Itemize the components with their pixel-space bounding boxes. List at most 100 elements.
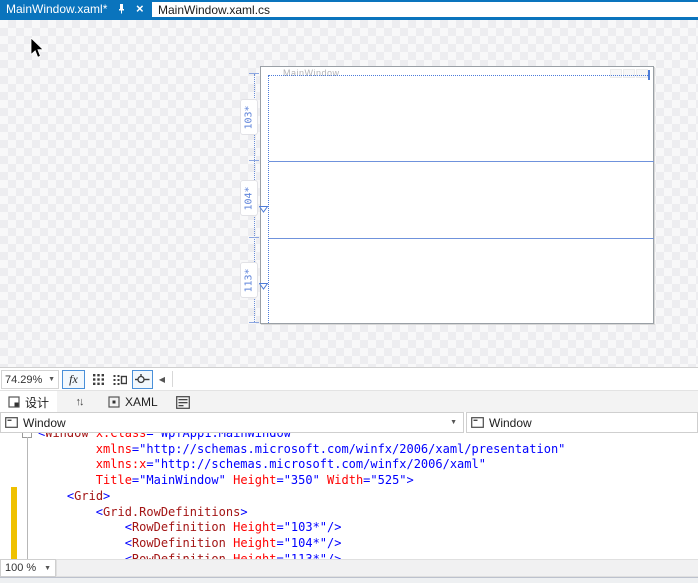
window-element-icon	[5, 417, 18, 428]
toolbar-separator	[172, 371, 173, 387]
code-token	[38, 552, 125, 559]
code-token	[226, 536, 233, 550]
show-snap-grid-button[interactable]	[88, 370, 108, 389]
code-token: <	[125, 536, 132, 550]
close-icon[interactable]: ×	[134, 2, 146, 15]
code-token: "525"	[370, 473, 406, 487]
row-height-text: 103*	[244, 105, 255, 129]
tab-design-view[interactable]: 设计	[0, 391, 57, 413]
design-window-title: MainWindow	[283, 68, 340, 78]
code-line[interactable]: <Grid.RowDefinitions>	[38, 505, 248, 520]
code-token	[38, 536, 125, 550]
document-tab-bar: MainWindow.xaml* × MainWindow.xaml.cs	[0, 0, 698, 20]
code-token: Window	[45, 433, 88, 440]
code-token: Height	[233, 473, 276, 487]
swap-panes-icon: ↑↓	[76, 396, 83, 408]
xaml-code-editor[interactable]: <Window x:Class="WpfApp1.MainWindow" xml…	[0, 433, 698, 559]
chevron-down-icon: ▼	[450, 419, 457, 426]
code-token: =	[276, 520, 283, 534]
code-token: "103*"	[284, 520, 327, 534]
snap-to-snaplines-button[interactable]	[132, 370, 153, 389]
type-selector-value: Window	[23, 416, 66, 430]
code-token: <	[125, 552, 132, 559]
editor-zoom-combo[interactable]: 100 % ▼	[0, 559, 56, 577]
chevron-down-icon: ▼	[44, 565, 51, 572]
row-separator-handle-icon[interactable]	[259, 202, 268, 216]
fx-icon: fx	[69, 372, 78, 387]
code-token	[320, 473, 327, 487]
code-lines: <Window x:Class="WpfApp1.MainWindow" xml…	[0, 433, 698, 559]
code-token: />	[327, 536, 341, 550]
code-token: xmlns	[96, 442, 132, 456]
code-token: RowDefinition	[132, 536, 226, 550]
row-height-label-1[interactable]: 103*	[240, 99, 258, 135]
vs-editor-window: MainWindow.xaml* × MainWindow.xaml.cs	[0, 0, 698, 583]
code-line[interactable]: <Window x:Class="WpfApp1.MainWindow"	[38, 433, 298, 441]
tab-mainwindow-xaml-cs[interactable]: MainWindow.xaml.cs	[152, 0, 698, 17]
designer-canvas[interactable]: 103* 104* 113* MainWindow	[0, 20, 698, 367]
member-selector-dropdown[interactable]: Window	[466, 412, 698, 433]
type-selector-dropdown[interactable]: Window ▼	[0, 412, 464, 433]
code-line[interactable]: xmlns:x="http://schemas.microsoft.com/wi…	[38, 457, 486, 472]
row-height-text: 113*	[244, 268, 255, 292]
row-height-label-3[interactable]: 113*	[240, 262, 258, 298]
code-token: Height	[233, 552, 276, 559]
code-token	[89, 433, 96, 440]
member-selector-value: Window	[489, 416, 532, 430]
snaplines-icon	[135, 374, 150, 385]
collapse-toolbar-button[interactable]: ◀	[156, 370, 168, 389]
designer-toolbar: 74.29% ▼ fx	[0, 367, 698, 390]
code-line[interactable]: <RowDefinition Height="104*"/>	[38, 536, 342, 551]
code-token	[226, 520, 233, 534]
code-line[interactable]: Title="MainWindow" Height="350" Width="5…	[38, 473, 414, 488]
collapse-arrow-icon: ◀	[159, 375, 165, 384]
code-token: >	[103, 489, 110, 503]
split-view-toggle-button[interactable]	[174, 394, 192, 410]
row-height-label-2[interactable]: 104*	[240, 180, 258, 216]
code-token: x:Class	[96, 433, 147, 440]
code-line[interactable]: <Grid>	[38, 489, 110, 504]
code-token: Grid	[74, 489, 103, 503]
pin-icon	[115, 3, 126, 14]
split-view-icon	[176, 396, 190, 409]
row-height-text: 104*	[244, 186, 255, 210]
designer-zoom-combo[interactable]: 74.29% ▼	[1, 370, 59, 389]
tab-mainwindow-xaml[interactable]: MainWindow.xaml* ×	[0, 0, 152, 17]
code-line[interactable]: <RowDefinition Height="113*"/>	[38, 552, 342, 559]
ruler-tick	[249, 322, 259, 323]
code-token: RowDefinition	[132, 552, 226, 559]
code-token	[38, 520, 125, 534]
editor-bottom-bar: 100 % ▼	[0, 559, 698, 577]
code-token	[38, 442, 96, 456]
design-view-icon	[8, 396, 20, 408]
code-token: Height	[233, 536, 276, 550]
horizontal-scrollbar[interactable]	[56, 559, 698, 577]
code-token: =	[276, 552, 283, 559]
xaml-tab-label: XAML	[125, 395, 158, 409]
snap-to-grid-button[interactable]	[110, 370, 130, 389]
code-token: />	[327, 552, 341, 559]
code-line[interactable]: xmlns="http://schemas.microsoft.com/winf…	[38, 442, 565, 457]
editor-zoom-value: 100 %	[5, 562, 36, 574]
show-effects-button[interactable]: fx	[62, 370, 85, 389]
pin-icon[interactable]	[114, 2, 126, 15]
code-token: RowDefinition	[132, 520, 226, 534]
code-token: Height	[233, 520, 276, 534]
design-window-preview[interactable]: MainWindow	[260, 66, 654, 324]
code-token: <	[96, 505, 103, 519]
code-token: "350"	[284, 473, 320, 487]
code-token: "http://schemas.microsoft.com/winfx/2006…	[154, 457, 486, 471]
swap-panes-button[interactable]: ↑↓	[66, 391, 92, 413]
tab-xaml-view[interactable]: XAML	[100, 391, 166, 413]
grid-row-separator-1[interactable]	[269, 161, 654, 162]
ruler-tick	[249, 237, 259, 238]
view-tab-strip: 设计 ↑↓ XAML	[0, 390, 698, 412]
code-token: >	[240, 505, 247, 519]
grid-selection-adorner-left	[268, 75, 269, 323]
designer-zoom-value: 74.29%	[5, 374, 42, 386]
grid-row-separator-2[interactable]	[269, 238, 654, 239]
row-separator-handle-icon[interactable]	[259, 279, 268, 293]
code-token	[38, 473, 96, 487]
code-line[interactable]: <RowDefinition Height="103*"/>	[38, 520, 342, 535]
code-token: Grid.RowDefinitions	[103, 505, 240, 519]
